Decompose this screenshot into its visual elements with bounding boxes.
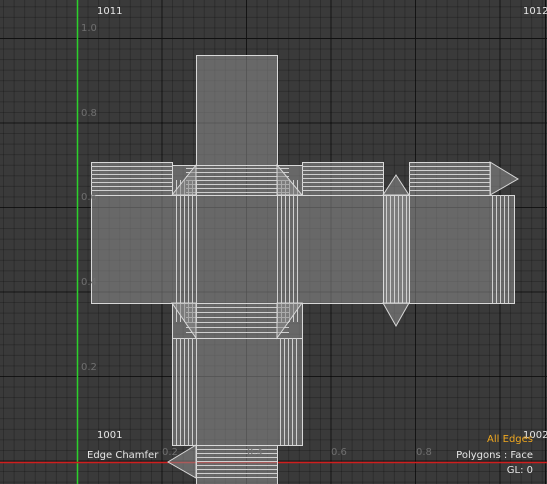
v-tick-label: 1.0 — [81, 23, 97, 34]
uv-shell-main-strip[interactable] — [91, 195, 515, 304]
tile-label-top-left: 1011 — [97, 6, 123, 17]
selection-type-label: All Edges — [487, 434, 533, 445]
tool-name-label: Edge Chamfer — [87, 450, 159, 461]
u-tick-label: 0.2 — [162, 447, 178, 458]
uv-shell-bottom-tab[interactable] — [196, 445, 278, 484]
v-tick-label: 0.6 — [81, 192, 97, 203]
uv-shells — [91, 55, 519, 484]
v-tick-label: 0.8 — [81, 108, 97, 119]
uv-bevel-arrow[interactable] — [489, 161, 519, 196]
tile-label-bottom-left: 1001 — [97, 430, 123, 441]
u-tick-label: 0.8 — [416, 447, 432, 458]
uv-chamfer-column[interactable] — [383, 195, 410, 304]
selection-mode-label: Polygons : Face — [456, 450, 533, 461]
v-tick-label: 0.2 — [81, 362, 97, 373]
gl-counter-label: GL: 0 — [506, 465, 533, 476]
u-tick-label: 0.4 — [247, 447, 263, 458]
uv-bevel-arrow[interactable] — [382, 302, 410, 328]
uv-bevel-arrow[interactable] — [382, 174, 410, 196]
uv-layout-canvas[interactable] — [0, 0, 547, 484]
u-tick-label: 0.6 — [331, 447, 347, 458]
uv-editor-viewport[interactable]: 1011 1012 1001 1002 1.0 0.8 0.6 0.4 0.2 … — [0, 0, 547, 484]
v-tick-label: 0.4 — [81, 277, 97, 288]
tile-label-top-right: 1012 — [523, 6, 547, 17]
uv-shell-top[interactable] — [196, 55, 278, 166]
